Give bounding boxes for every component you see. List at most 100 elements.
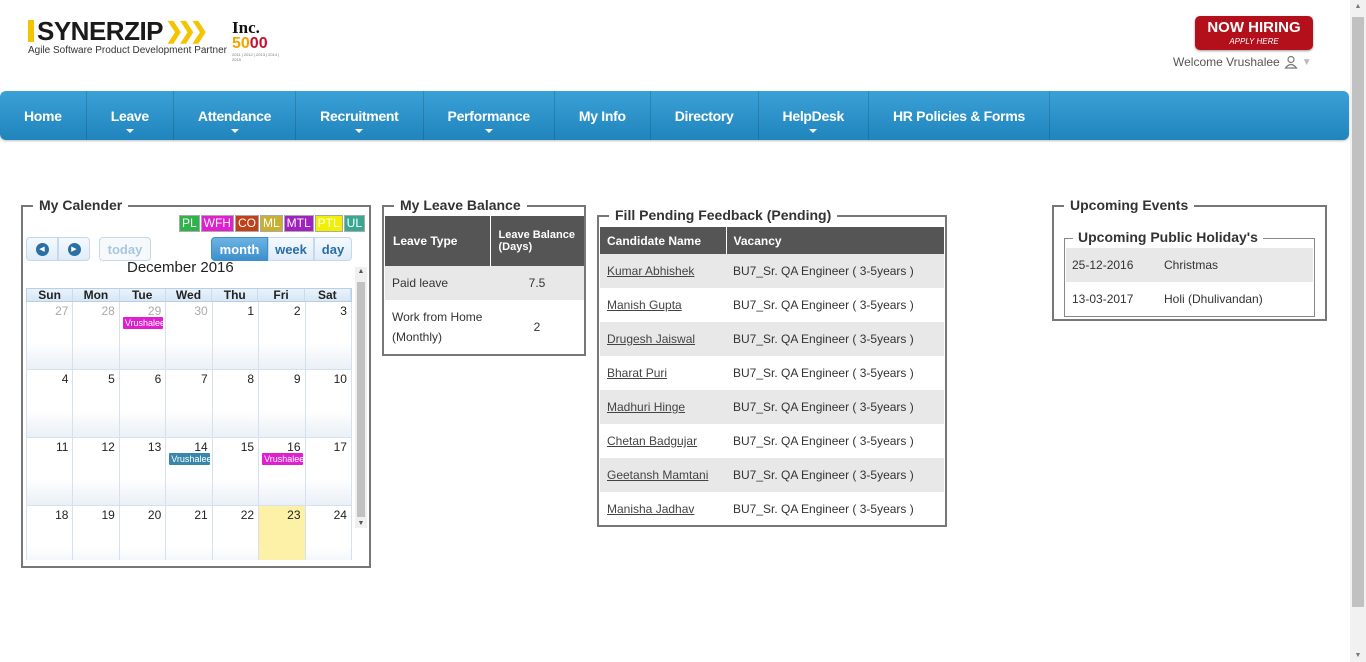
- calendar-scroll-thumb[interactable]: [357, 282, 365, 517]
- calendar-day[interactable]: 8: [212, 370, 260, 438]
- candidate-cell: Drugesh Jaiswal: [600, 322, 726, 356]
- calendar-day[interactable]: 10: [305, 370, 352, 438]
- week-view-button[interactable]: week: [268, 237, 314, 261]
- today-button[interactable]: today: [99, 237, 151, 261]
- nav-item-attendance[interactable]: Attendance: [174, 91, 297, 140]
- day-number: 6: [154, 372, 162, 386]
- calendar-day[interactable]: 7: [166, 370, 213, 438]
- calendar-scrollbar[interactable]: ▲ ▼: [355, 267, 367, 528]
- day-number: 4: [61, 372, 69, 386]
- candidate-name-link[interactable]: Manish Gupta: [607, 298, 682, 312]
- calendar-day[interactable]: 6: [119, 370, 167, 438]
- nav-item-directory[interactable]: Directory: [651, 91, 759, 140]
- calendar-day[interactable]: 15: [212, 438, 260, 506]
- now-hiring-button[interactable]: NOW HIRING APPLY HERE: [1195, 16, 1313, 50]
- weekday-fri: Fri: [258, 289, 305, 301]
- candidate-name-link[interactable]: Geetansh Mamtani: [607, 468, 708, 482]
- weekday-sun: Sun: [27, 289, 74, 301]
- calendar-day[interactable]: 16 Vrushalee: [259, 438, 306, 506]
- calendar-day[interactable]: 11: [27, 438, 74, 506]
- logo-chevrons-icon: ❯❯❯: [165, 18, 208, 43]
- page-scroll-down-icon[interactable]: ▼: [1350, 652, 1366, 659]
- nav-item-my-info[interactable]: My Info: [555, 91, 651, 140]
- prev-month-button[interactable]: ◀: [26, 237, 58, 261]
- calendar-event[interactable]: Vrushalee: [122, 317, 164, 329]
- holidays-table: 25-12-2016 Christmas 13-03-2017 Holi (Dhuli…: [1066, 248, 1313, 316]
- candidate-name-link[interactable]: Manisha Jadhav: [607, 502, 694, 516]
- col-leave-balance: Leave Balance (Days): [490, 216, 584, 266]
- candidate-name-link[interactable]: Drugesh Jaiswal: [607, 332, 695, 346]
- legend-ul: UL: [343, 215, 365, 232]
- nav-item-label: Home: [24, 107, 62, 124]
- calendar-day[interactable]: 17: [305, 438, 352, 506]
- calendar-body: 27 28 29 Vrushalee 30 1 2 3 4 5 6 7 8 9 10 11 12 13 14 Vrus…: [26, 302, 352, 560]
- calendar-day[interactable]: 22: [212, 506, 260, 560]
- upcoming-events-panel: Upcoming Events Upcoming Public Holiday'…: [1052, 197, 1327, 321]
- calendar-day[interactable]: 20: [119, 506, 167, 560]
- holidays-rows: 25-12-2016 Christmas 13-03-2017 Holi (Dhuli…: [1066, 248, 1313, 316]
- calendar-day[interactable]: 2: [259, 302, 306, 370]
- nav-item-performance[interactable]: Performance: [424, 91, 555, 140]
- calendar-day[interactable]: 4: [27, 370, 74, 438]
- page-scrollbar[interactable]: ▲ ▼: [1350, 0, 1366, 662]
- weekday-wed: Wed: [166, 289, 213, 301]
- calendar-day[interactable]: 13: [119, 438, 167, 506]
- candidate-cell: Bharat Puri: [600, 356, 726, 390]
- calendar-day[interactable]: 27: [27, 302, 74, 370]
- nav-item-hr-policies-forms[interactable]: HR Policies & Forms: [869, 91, 1050, 140]
- nav-item-leave[interactable]: Leave: [87, 91, 174, 140]
- logo-tagline: Agile Software Product Development Partn…: [28, 45, 227, 56]
- calendar-day[interactable]: 1: [212, 302, 260, 370]
- day-number: 7: [201, 372, 208, 386]
- user-icon: [1283, 55, 1298, 69]
- leave-balance-cell: 2: [533, 320, 541, 334]
- calendar-day[interactable]: 24: [305, 506, 352, 560]
- scroll-down-icon[interactable]: ▼: [355, 520, 367, 527]
- dropdown-arrow-icon: [125, 129, 134, 133]
- calendar-day[interactable]: 3: [305, 302, 352, 370]
- hiring-main-text: NOW HIRING: [1207, 19, 1301, 36]
- calendar-day[interactable]: 29 Vrushalee: [119, 302, 167, 370]
- calendar-panel: My Calender PL WFH CO ML MTL PTL UL ◀ ▶ today …: [21, 197, 371, 568]
- page-scroll-up-icon[interactable]: ▲: [1350, 3, 1366, 10]
- holiday-row: 25-12-2016 Christmas: [1066, 248, 1313, 282]
- calendar-event[interactable]: Vrushalee: [169, 453, 210, 465]
- leave-row: Work from Home (Monthly) 2: [385, 300, 584, 354]
- synerzip-logo[interactable]: SYNERZIP ❯❯❯ Agile Software Product Deve…: [28, 18, 227, 56]
- calendar-day[interactable]: 30: [166, 302, 213, 370]
- nav-item-home[interactable]: Home: [0, 91, 87, 140]
- calendar-day[interactable]: 12: [73, 438, 120, 506]
- user-menu[interactable]: Welcome Vrushalee ▼: [1173, 55, 1312, 69]
- pending-feedback-panel: Fill Pending Feedback (Pending) Candidat…: [597, 207, 947, 527]
- calendar-day[interactable]: 9: [259, 370, 306, 438]
- calendar-day[interactable]: 28: [73, 302, 120, 370]
- feedback-row: Drugesh Jaiswal BU7_Sr. QA Engineer ( 3-5…: [600, 322, 944, 356]
- vacancy-cell: BU7_Sr. QA Engineer ( 3-5years ): [726, 458, 944, 492]
- day-number: 2: [293, 304, 301, 318]
- calendar-day[interactable]: 14 Vrushalee: [166, 438, 213, 506]
- next-month-button[interactable]: ▶: [58, 237, 90, 261]
- day-number: 15: [240, 440, 255, 454]
- scroll-up-icon[interactable]: ▲: [355, 268, 367, 275]
- calendar-day[interactable]: 18: [27, 506, 74, 560]
- calendar-day-today[interactable]: 23: [259, 506, 306, 560]
- candidate-name-link[interactable]: Kumar Abhishek: [607, 264, 694, 278]
- candidate-cell: Chetan Badgujar: [600, 424, 726, 458]
- page-scroll-thumb[interactable]: [1352, 17, 1364, 607]
- day-number: 27: [55, 304, 69, 318]
- col-vacancy: Vacancy: [726, 227, 944, 254]
- candidate-name-link[interactable]: Madhuri Hinge: [607, 400, 685, 414]
- calendar-day[interactable]: 19: [73, 506, 120, 560]
- nav-item-recruitment[interactable]: Recruitment: [296, 91, 424, 140]
- nav-item-label: My Info: [578, 107, 626, 124]
- day-view-button[interactable]: day: [314, 237, 352, 261]
- candidate-name-link[interactable]: Chetan Badgujar: [607, 434, 697, 448]
- nav-item-helpdesk[interactable]: HelpDesk: [759, 91, 869, 140]
- calendar-day[interactable]: 5: [73, 370, 120, 438]
- day-number: 28: [101, 304, 115, 318]
- candidate-name-link[interactable]: Bharat Puri: [607, 366, 667, 380]
- calendar-week-row: 11 12 13 14 Vrushalee 15 16 Vrushalee 17: [27, 438, 352, 506]
- month-view-button[interactable]: month: [211, 237, 268, 261]
- calendar-event[interactable]: Vrushalee: [262, 453, 303, 465]
- calendar-day[interactable]: 21: [166, 506, 213, 560]
